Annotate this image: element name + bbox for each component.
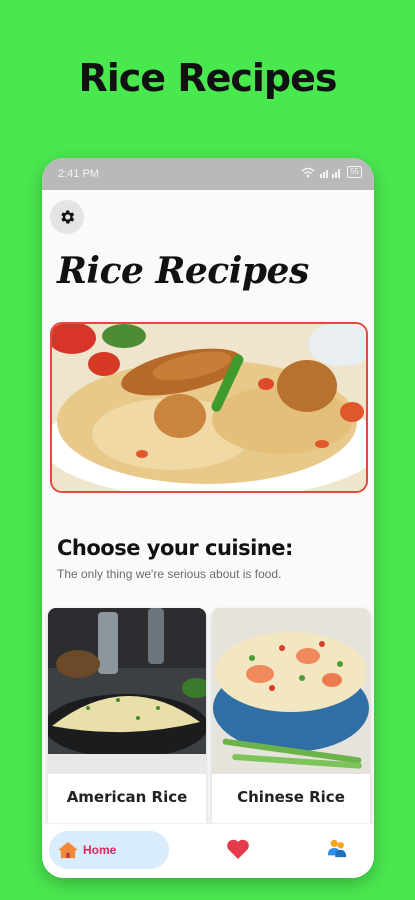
settings-button[interactable] xyxy=(50,200,84,234)
nav-home-label: Home xyxy=(83,843,117,857)
cuisine-label: American Rice xyxy=(66,788,188,806)
home-icon xyxy=(58,841,78,859)
signal-icon xyxy=(320,168,341,178)
app-title: Rice Recipes xyxy=(57,250,309,292)
status-time: 2:41 PM xyxy=(58,168,99,180)
nav-home[interactable]: Home xyxy=(49,831,169,869)
status-icons: 55 xyxy=(301,166,362,178)
chinese-rice-image xyxy=(212,608,370,774)
hero-image[interactable] xyxy=(50,322,368,493)
bottom-nav: Home xyxy=(42,823,374,878)
section-subtitle: The only thing we're serious about is fo… xyxy=(57,567,282,581)
wifi-icon xyxy=(301,167,315,177)
gear-icon xyxy=(61,210,75,224)
promo-title: Rice Recipes xyxy=(78,56,338,100)
biryani-illustration xyxy=(52,324,366,491)
battery-icon: 55 xyxy=(347,166,362,178)
cuisine-label: Chinese Rice xyxy=(237,788,345,806)
main-content: Rice Recipes Choose your cuisine: The on… xyxy=(42,190,374,838)
section-title: Choose your cuisine: xyxy=(57,536,293,560)
cuisine-card-american[interactable]: American Rice xyxy=(48,608,206,838)
cuisine-card-chinese[interactable]: Chinese Rice xyxy=(212,608,370,838)
american-rice-image xyxy=(48,608,206,774)
phone-frame: 2:41 PM 55 Rice Recipes Choose your cuis… xyxy=(42,158,374,878)
status-bar: 2:41 PM 55 xyxy=(42,158,374,190)
profile-icon xyxy=(327,839,347,858)
nav-profile[interactable] xyxy=(326,837,350,861)
heart-icon xyxy=(227,839,249,859)
nav-favorites[interactable] xyxy=(226,838,250,862)
